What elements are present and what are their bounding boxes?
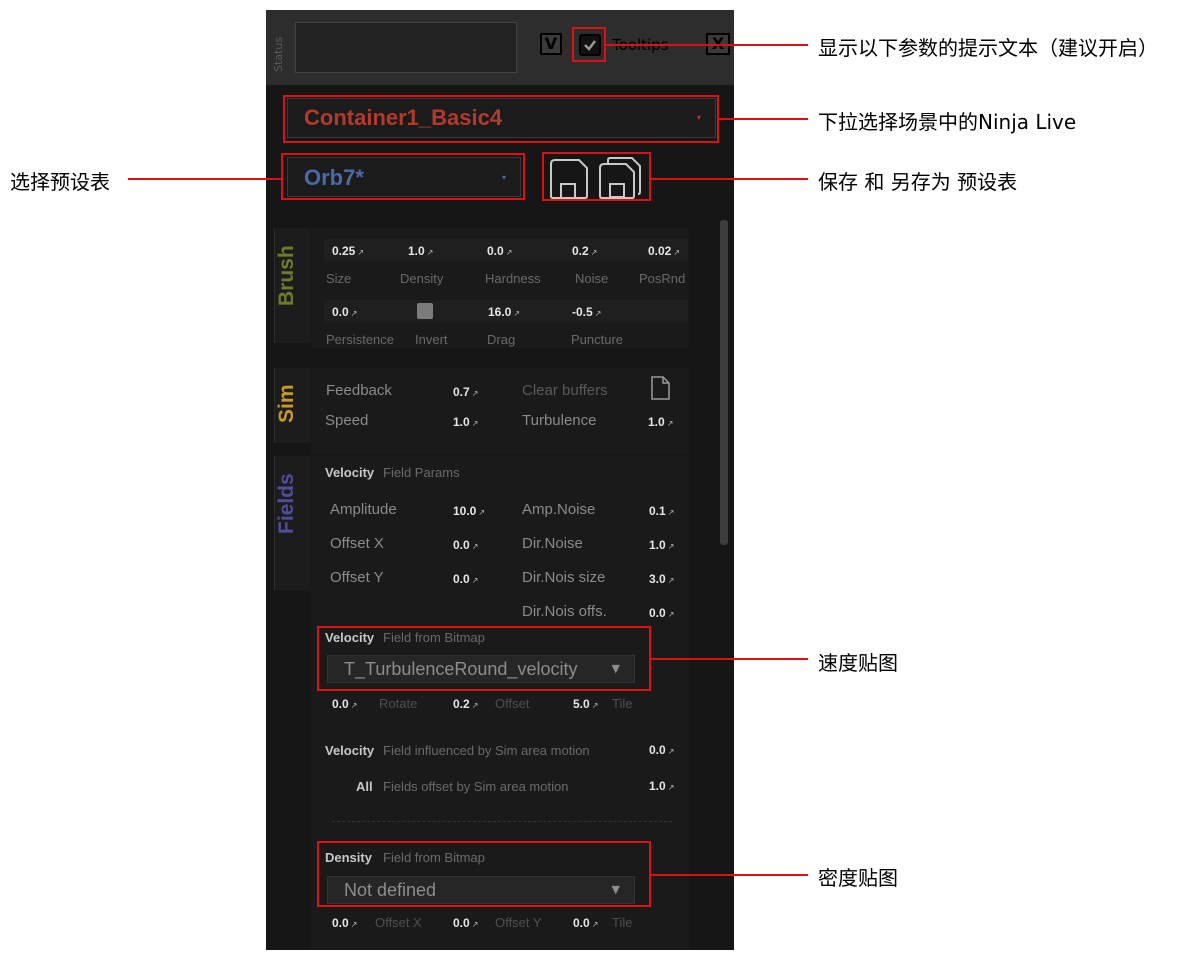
vel-motion-subtitle: Field influenced by Sim area motion — [383, 743, 590, 758]
preset-leader-line — [128, 178, 281, 180]
noise-value[interactable]: 0.2 ↗ — [572, 244, 597, 258]
turbulence-value[interactable]: 1.0 ↗ — [648, 415, 673, 429]
field-params-title: Velocity — [325, 465, 375, 480]
den-tile-value[interactable]: 0.0 ↗ — [573, 916, 598, 930]
dir-nois-offs-value[interactable]: 0.0 ↗ — [649, 606, 674, 620]
posrnd-label: PosRnd — [639, 271, 686, 286]
vel-motion-title: Velocity — [325, 743, 375, 758]
screenshot-root: Status V Tooltips X Container1_Basic4 ▾ … — [0, 0, 1201, 960]
offset-x-label: Offset X — [330, 535, 384, 552]
speed-value[interactable]: 1.0 ↗ — [453, 415, 478, 429]
tooltips-highlight — [572, 27, 606, 62]
drag-value[interactable]: 16.0 ↗ — [488, 305, 520, 319]
preset-annotation: 选择预设表 — [10, 170, 110, 194]
vel-rotate-label: Rotate — [379, 696, 418, 711]
puncture-value[interactable]: -0.5 ↗ — [572, 305, 601, 319]
velocity-map-highlight — [317, 626, 651, 691]
persistence-value[interactable]: 0.0 ↗ — [332, 305, 357, 319]
container-leader-line — [719, 118, 808, 120]
puncture-label: Puncture — [571, 332, 624, 347]
save-annotation: 保存 和 另存为 预设表 — [818, 170, 1018, 194]
vel-offset-value[interactable]: 0.2 ↗ — [453, 697, 478, 711]
density-map-highlight — [317, 841, 651, 907]
save-highlight — [542, 152, 651, 201]
all-title: All — [356, 779, 373, 794]
top-toolbar: Status V Tooltips X — [266, 10, 734, 85]
tooltips-leader-line — [606, 44, 808, 46]
vel-tile-label: Tile — [612, 696, 633, 711]
drag-label: Drag — [487, 332, 516, 347]
density-map-leader-line — [651, 874, 808, 876]
density-label: Density — [400, 271, 444, 286]
vel-tile-value[interactable]: 5.0 ↗ — [573, 697, 598, 711]
invert-checkbox[interactable] — [417, 303, 433, 319]
dir-nois-size-value[interactable]: 3.0 ↗ — [649, 572, 674, 586]
dir-nois-offs-label: Dir.Nois offs. — [522, 603, 607, 620]
speed-label: Speed — [325, 412, 369, 429]
density-map-annotation: 密度贴图 — [818, 866, 898, 890]
save-leader-line — [651, 178, 808, 180]
container-annotation: 下拉选择场景中的Ninja Live — [818, 110, 1077, 134]
tooltips-annotation: 显示以下参数的提示文本（建议开启） — [818, 36, 1158, 60]
dir-nois-size-label: Dir.Nois size — [522, 569, 606, 586]
amplitude-value[interactable]: 10.0 ↗ — [453, 504, 485, 518]
status-label: Status — [272, 36, 285, 72]
clear-buffers-label[interactable]: Clear buffers — [522, 382, 608, 399]
size-label: Size — [326, 271, 352, 286]
tab-fields[interactable]: Fields — [274, 456, 310, 590]
vel-motion-value[interactable]: 0.0 ↗ — [649, 743, 674, 757]
vel-offset-label: Offset — [495, 696, 530, 711]
tab-sim[interactable]: Sim — [274, 368, 310, 443]
container-highlight — [283, 95, 719, 143]
field-params-subtitle: Field Params — [383, 465, 460, 480]
feedback-label: Feedback — [326, 382, 392, 399]
ninja-live-panel: Status V Tooltips X Container1_Basic4 ▾ … — [266, 10, 734, 950]
hardness-value[interactable]: 0.0 ↗ — [487, 244, 512, 258]
invert-label: Invert — [415, 332, 448, 347]
amp-noise-value[interactable]: 0.1 ↗ — [649, 504, 674, 518]
sim-section — [311, 368, 689, 454]
vertical-scrollbar[interactable] — [720, 220, 728, 545]
den-tile-label: Tile — [612, 915, 633, 930]
status-box — [295, 22, 517, 73]
velocity-map-leader-line — [651, 658, 808, 660]
offset-y-label: Offset Y — [330, 569, 384, 586]
posrnd-value[interactable]: 0.02 ↗ — [648, 244, 680, 258]
dir-noise-label: Dir.Noise — [522, 535, 583, 552]
density-value[interactable]: 1.0 ↗ — [408, 244, 433, 258]
den-offx-label: Offset X — [375, 915, 422, 930]
all-value[interactable]: 1.0 ↗ — [649, 779, 674, 793]
tab-fields-label: Fields — [275, 473, 298, 535]
tab-brush-label: Brush — [275, 245, 298, 307]
tab-sim-label: Sim — [275, 384, 298, 423]
amp-noise-label: Amp.Noise — [522, 501, 596, 518]
hardness-label: Hardness — [485, 271, 541, 286]
den-offx-value[interactable]: 0.0 ↗ — [332, 916, 357, 930]
section-divider — [332, 821, 672, 822]
noise-label: Noise — [575, 271, 609, 286]
velocity-map-annotation: 速度贴图 — [818, 651, 898, 675]
amplitude-label: Amplitude — [330, 501, 397, 518]
offset-x-value[interactable]: 0.0 ↗ — [453, 538, 478, 552]
den-offy-label: Offset Y — [495, 915, 542, 930]
tab-brush[interactable]: Brush — [274, 228, 310, 343]
feedback-value[interactable]: 0.7 ↗ — [453, 385, 478, 399]
offset-y-value[interactable]: 0.0 ↗ — [453, 572, 478, 586]
preset-highlight — [281, 153, 525, 200]
persistence-label: Persistence — [326, 332, 394, 347]
dir-noise-value[interactable]: 1.0 ↗ — [649, 538, 674, 552]
all-subtitle: Fields offset by Sim area motion — [383, 779, 569, 794]
v-button[interactable]: V — [540, 33, 562, 55]
den-offy-value[interactable]: 0.0 ↗ — [453, 916, 478, 930]
vel-rotate-value[interactable]: 0.0 ↗ — [332, 697, 357, 711]
size-value[interactable]: 0.25 ↗ — [332, 244, 364, 258]
turbulence-label: Turbulence — [522, 412, 597, 429]
clear-buffers-icon[interactable] — [650, 376, 670, 400]
